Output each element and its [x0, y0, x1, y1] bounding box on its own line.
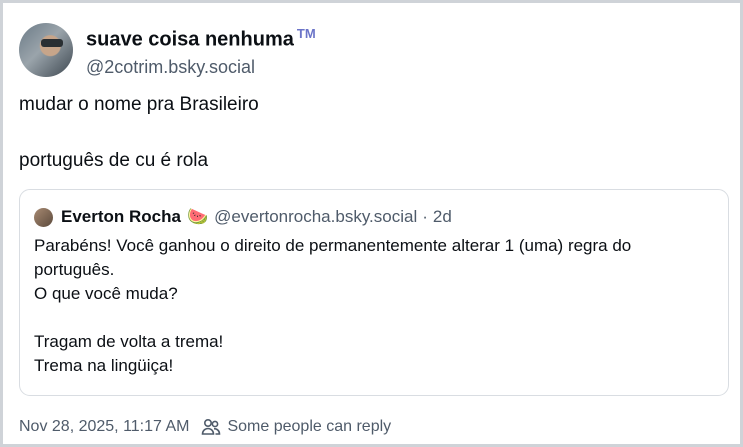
post-line: mudar o nome pra Brasileiro — [19, 94, 259, 115]
reply-setting[interactable]: Some people can reply — [227, 416, 391, 438]
quoted-line: Parabéns! Você ganhou o direito de perma… — [34, 236, 632, 279]
display-name-text[interactable]: suave coisa nenhuma — [86, 29, 294, 51]
post-text: mudar o nome pra Brasileiro português de… — [19, 93, 259, 173]
post-author[interactable]: suave coisa nenhuma TM @2cotrim.bsky.soci… — [19, 21, 316, 79]
quoted-post[interactable]: Everton Rocha 🍉 @evertonrocha.bsky.socia… — [19, 189, 729, 396]
quoted-display-name[interactable]: Everton Rocha — [61, 206, 181, 228]
quoted-line: Tragam de volta a trema! — [34, 332, 224, 351]
post-timestamp[interactable]: Nov 28, 2025, 11:17 AM — [19, 416, 189, 438]
quoted-post-header: Everton Rocha 🍉 @evertonrocha.bsky.socia… — [34, 206, 714, 228]
quoted-line: Trema na lingüiça! — [34, 356, 174, 375]
post-line: português de cu é rola — [19, 150, 209, 171]
display-name[interactable]: suave coisa nenhuma TM — [86, 21, 316, 53]
quoted-line: O que você muda? — [34, 284, 178, 303]
quoted-post-text: Parabéns! Você ganhou o direito de perma… — [34, 234, 714, 378]
quoted-timestamp[interactable]: 2d — [433, 206, 452, 228]
author-names: suave coisa nenhuma TM @2cotrim.bsky.soci… — [86, 21, 316, 79]
quoted-avatar[interactable] — [34, 207, 53, 227]
avatar[interactable] — [19, 22, 73, 77]
separator-dot: · — [422, 207, 428, 226]
people-icon — [201, 418, 221, 436]
watermelon-icon: 🍉 — [186, 207, 209, 226]
trademark-badge: TM — [296, 26, 316, 41]
post-card: suave coisa nenhuma TM @2cotrim.bsky.soci… — [0, 0, 743, 447]
post-footer: Nov 28, 2025, 11:17 AM Some people can r… — [19, 416, 391, 438]
quoted-handle[interactable]: @evertonrocha.bsky.social — [214, 206, 417, 228]
author-handle[interactable]: @2cotrim.bsky.social — [86, 55, 316, 79]
